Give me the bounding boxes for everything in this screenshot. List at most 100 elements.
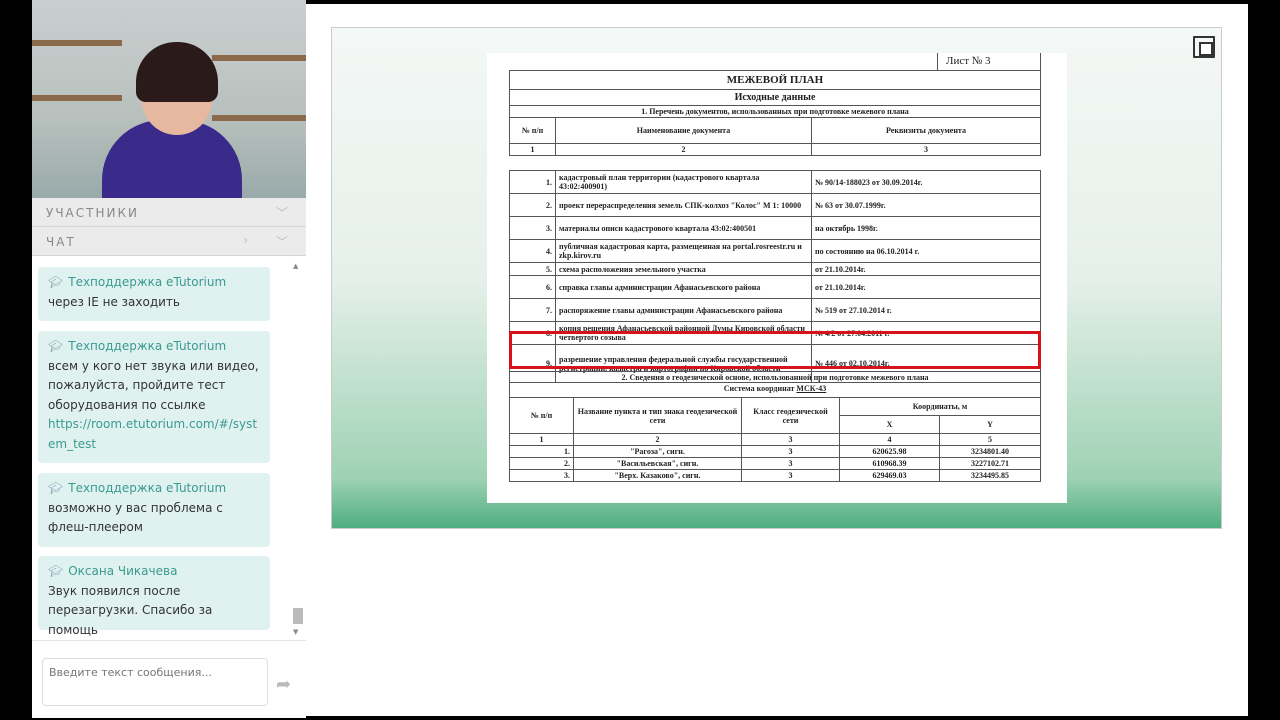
col-number: 2 [555,143,812,156]
chat-message: 🎓︎ Оксана Чикачева Звук появился после пе… [38,556,270,637]
document-details: на октябрь 1998г. [811,216,1041,240]
table-row: 1. кадастровый план территории (кадастров… [509,170,1041,194]
graduation-cap-icon: 🎓︎ [48,339,64,353]
bookshelf [32,40,122,46]
document-name: публичная кадастровая карта, размещенная… [555,239,812,263]
section1-title: 1. Перечень документов, использованных п… [509,105,1041,118]
doc-subtitle: Исходные данные [509,89,1041,106]
message-text: всем у кого нет звука или видео, пожалуй… [48,358,259,412]
chevron-down-icon[interactable]: ﹀ [276,204,288,221]
table-row: 1. "Рагоза", сигн. 3 620625.98 3234801.40 [509,445,1041,458]
message-text: Звук появился после перезагрузки. Спасиб… [48,583,213,637]
col-number: 5 [939,433,1041,446]
fullscreen-icon[interactable] [1193,36,1215,58]
header-cell: Координаты, м [839,397,1041,416]
col-number: 3 [811,143,1041,156]
webcam-video [32,0,306,198]
sidebar: УЧАСТНИКИ ﹀ ЧАТ › ﹀ 🎓︎ Техподдержка eTuto… [32,0,306,718]
document-details: по состоянию на 06.10.2014 г. [811,239,1041,263]
message-author: Оксана Чикачева [68,564,178,578]
message-input[interactable] [42,658,268,706]
sheet-number: Лист № 3 [937,53,1041,70]
scroll-down-icon[interactable]: ▼ [293,628,298,636]
message-author: Техподдержка eTutorium [68,275,227,289]
coord-y: 3234495.85 [939,469,1041,482]
bookshelf [212,115,306,121]
header-cell: № п/п [509,397,574,434]
chat-messages: 🎓︎ Техподдержка eTutorium через IE не зах… [32,258,306,640]
coord-system-label: Система координат [723,384,795,393]
system-test-link[interactable]: https://room.etutorium.com/#/system_test [48,417,257,451]
row-number: 2. [509,457,574,470]
coord-system-value: МСК-43 [796,384,827,393]
document-name: кадастровый план территории (кадастровог… [555,170,812,194]
row-number: 7. [509,298,556,322]
point-name: "Рагоза", сигн. [573,445,742,458]
document-details: № 90/14-188023 от 30.09.2014г. [811,170,1041,194]
chat-scrollbar[interactable]: ▲ ▼ [292,262,304,638]
coord-x: 629469.03 [839,469,940,482]
message-text: возможно у вас проблема с флеш-плеером [48,500,223,535]
col-number: 2 [573,433,742,446]
row-number: 2. [509,193,556,217]
scrollbar-thumb[interactable] [293,608,303,624]
chat-section[interactable]: ЧАТ › ﹀ [32,227,306,256]
col-number: 3 [741,433,840,446]
col-number: 1 [509,433,574,446]
divider [32,640,306,641]
header-cell: № п/п [509,117,556,144]
document-name: схема расположения земельного участка [555,262,812,276]
participants-label: УЧАСТНИКИ [46,206,139,220]
chat-message: 🎓︎ Техподдержка eTutorium возможно у вас … [38,473,270,547]
chevron-right-icon[interactable]: › [243,233,248,247]
graduation-cap-icon: 🎓︎ [48,481,64,495]
bookshelf [32,95,122,101]
document-name: справка главы администрации Афанасьевско… [555,275,812,299]
row-number: 5. [509,262,556,276]
coord-y: 3227102.71 [939,457,1041,470]
row-number: 1. [509,445,574,458]
coord-x: 620625.98 [839,445,940,458]
graduation-cap-icon: 🎓︎ [48,564,64,578]
geodetic-table: 2. Сведения о геодезической основе, испо… [509,371,1041,482]
row-number: 3. [509,216,556,240]
document-details: от 21.10.2014г. [811,262,1041,276]
table-row: 2. проект перераспределения земель СПК-ко… [509,193,1041,217]
row-number: 1. [509,170,556,194]
section2-title: 2. Сведения о геодезической основе, испо… [509,371,1041,383]
network-class: 3 [741,469,840,482]
participants-section[interactable]: УЧАСТНИКИ ﹀ [32,198,306,227]
document-details: № 519 от 27.10.2014 г. [811,298,1041,322]
coord-system: Система координат МСК-43 [509,383,1041,398]
table-row: 3. материалы описи кадастрового квартала … [509,216,1041,240]
header-cell: Название пункта и тип знака геодезическо… [573,397,742,434]
header-cell: Наименование документа [555,117,812,144]
scroll-up-icon[interactable]: ▲ [293,262,298,270]
graduation-cap-icon: 🎓︎ [48,275,64,289]
presentation-area: Лист № 3 МЕЖЕВОЙ ПЛАН Исходные данные 1.… [306,4,1248,716]
chat-label: ЧАТ [46,235,76,249]
highlight-box [509,331,1041,369]
message-author: Техподдержка eTutorium [68,481,227,495]
chevron-down-icon[interactable]: ﹀ [276,233,288,250]
header-cell: X [839,415,940,434]
col-number: 1 [509,143,556,156]
message-text: через IE не заходить [48,294,180,309]
table-row: 4. публичная кадастровая карта, размещенн… [509,239,1041,263]
send-arrow-icon[interactable]: ➦ [276,674,291,695]
message-author: Техподдержка eTutorium [68,339,227,353]
document-name: проект перераспределения земель СПК-колх… [555,193,812,217]
network-class: 3 [741,457,840,470]
network-class: 3 [741,445,840,458]
header-cell: Реквизиты документа [811,117,1041,144]
table-row: 12345 [509,433,1041,446]
chat-message: 🎓︎ Техподдержка eTutorium всем у кого нет… [38,331,270,463]
row-number: 3. [509,469,574,482]
document-name: материалы описи кадастрового квартала 43… [555,216,812,240]
document-page: Лист № 3 МЕЖЕВОЙ ПЛАН Исходные данные 1.… [487,53,1067,503]
document-details: от 21.10.2014г. [811,275,1041,299]
document-details: № 63 от 30.07.1999г. [811,193,1041,217]
chat-message: 🎓︎ Техподдержка eTutorium через IE не зах… [38,267,270,321]
documents-table: МЕЖЕВОЙ ПЛАН Исходные данные 1. Перечень… [509,70,1041,156]
doc-title: МЕЖЕВОЙ ПЛАН [509,70,1041,90]
